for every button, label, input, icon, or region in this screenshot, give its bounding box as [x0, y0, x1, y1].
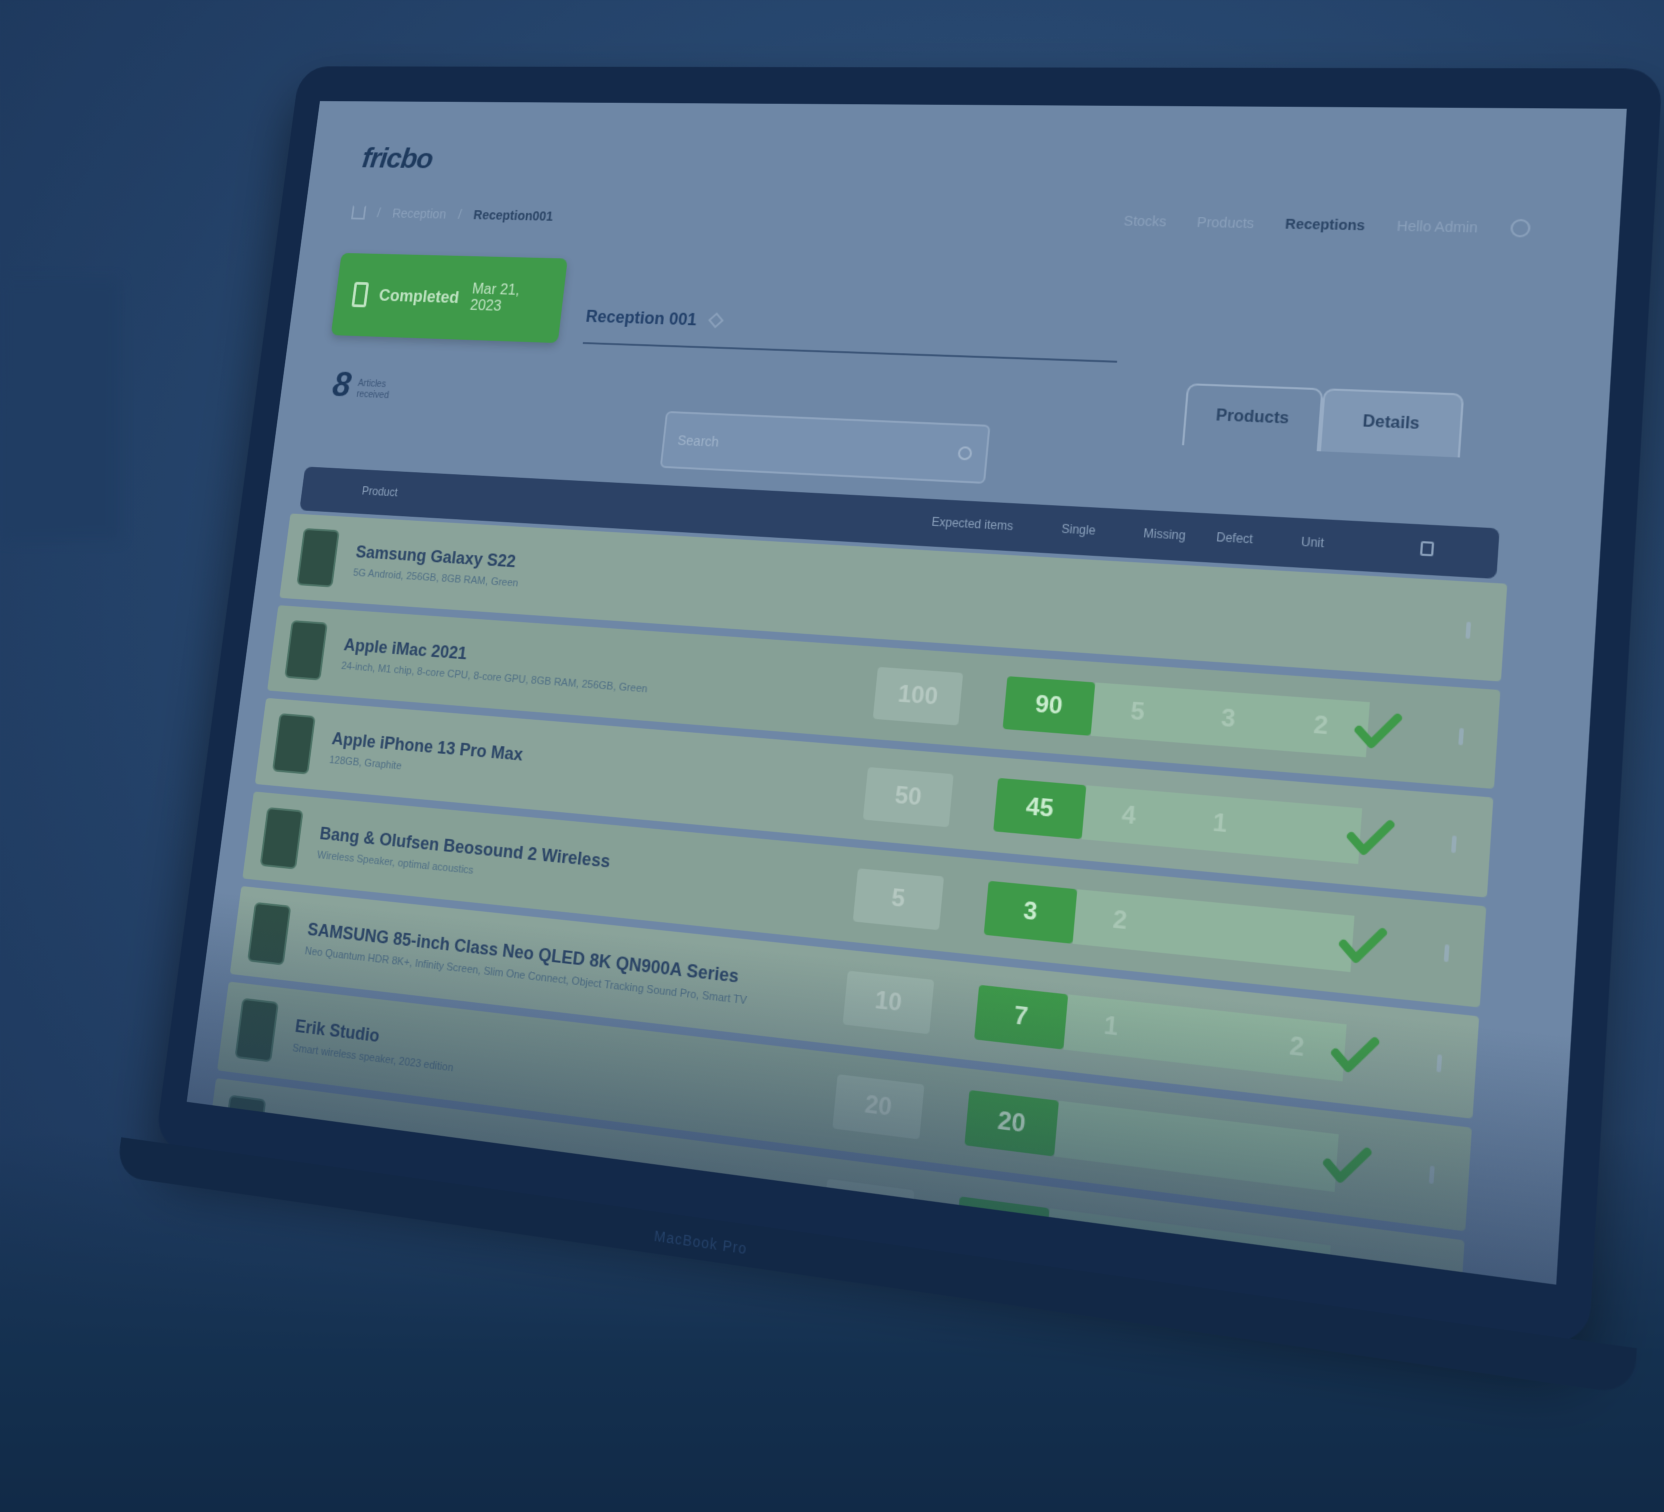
status-card: Completed Mar 21, 2023	[330, 252, 568, 344]
column-header-expected[interactable]: Expected items	[931, 515, 1014, 533]
quantity-cell[interactable]: 1	[1171, 792, 1269, 856]
column-header-missing[interactable]: Missing	[1143, 526, 1186, 542]
breadcrumb-current: Reception001	[472, 207, 554, 224]
notification-icon[interactable]	[1509, 218, 1531, 238]
nav-item-receptions[interactable]: Receptions	[1285, 216, 1366, 233]
nav-item-products[interactable]: Products	[1196, 214, 1254, 231]
laptop: MacBook Pro fricbo / Reception / Recepti…	[45, 66, 1663, 1417]
column-header-single[interactable]: Single	[1061, 522, 1096, 538]
product-info: Bang & Olufsen Beosound 2 Wireless Wirele…	[316, 823, 800, 909]
quantity-cell[interactable]: 3	[1180, 688, 1277, 750]
product-info: Apple iMac 2021 24-inch, M1 chip, 8-core …	[341, 635, 821, 708]
articles-caption-1: Articles	[357, 378, 387, 390]
product-thumbnail	[296, 528, 340, 588]
user-menu[interactable]: Hello Admin	[1396, 218, 1478, 236]
expected-quantity: 100	[872, 666, 964, 726]
quantity-group: 90 5 3 2	[1002, 676, 1370, 758]
row-menu-icon[interactable]	[1465, 621, 1472, 639]
checkmark-icon	[1343, 810, 1397, 864]
checkmark-icon	[1351, 704, 1405, 757]
search-placeholder: Search	[676, 432, 720, 450]
background-blur	[0, 280, 120, 540]
checkmark-icon	[1335, 918, 1390, 973]
app-logo[interactable]: fricbo	[360, 142, 434, 176]
product-thumbnail	[272, 713, 316, 775]
received-quantity-input[interactable]: 3	[983, 880, 1078, 944]
reception-title-text: Reception 001	[584, 306, 698, 330]
search-input[interactable]: Search	[659, 410, 991, 484]
tab-details[interactable]: Details	[1318, 388, 1465, 458]
quantity-cell[interactable]	[1163, 897, 1261, 963]
column-header-unit[interactable]: Unit	[1301, 535, 1325, 551]
search-icon[interactable]	[957, 446, 973, 461]
expected-quantity: 5	[852, 868, 945, 931]
column-header-defect[interactable]: Defect	[1216, 530, 1254, 546]
quantity-group: 32	[983, 880, 1355, 973]
quantity-cell[interactable]: 4	[1081, 785, 1177, 848]
product-thumbnail	[259, 807, 304, 870]
nav-item-stocks[interactable]: Stocks	[1123, 213, 1167, 229]
quantity-cell[interactable]: 5	[1090, 682, 1185, 743]
quantity-cell[interactable]: 2	[1072, 889, 1168, 954]
product-info: Samsung Galaxy S22 5G Android, 256GB, 8GB…	[353, 542, 831, 609]
status-label: Completed	[378, 285, 461, 307]
row-menu-icon[interactable]	[1443, 944, 1450, 963]
laptop-screen: fricbo / Reception / Reception001 Stocks…	[186, 101, 1627, 1285]
expected-quantity: 50	[862, 767, 954, 828]
breadcrumb-parent[interactable]: Reception	[391, 206, 447, 221]
product-thumbnail	[284, 620, 328, 681]
tab-products[interactable]: Products	[1181, 383, 1324, 452]
received-quantity-input[interactable]: 90	[1002, 676, 1096, 736]
edit-icon[interactable]	[708, 312, 724, 329]
trash-icon[interactable]	[1419, 541, 1435, 557]
tabs: Products Details	[1181, 383, 1465, 458]
received-quantity-input[interactable]: 45	[993, 777, 1087, 840]
reception-title: Reception 001	[584, 306, 724, 331]
articles-caption-2: received	[355, 389, 390, 401]
quantity-group: 45 4 1	[993, 777, 1363, 865]
clipboard-icon	[351, 281, 369, 308]
row-menu-icon[interactable]	[1451, 835, 1457, 854]
top-navigation: Stocks Products Receptions Hello Admin	[1123, 212, 1531, 238]
home-icon[interactable]	[351, 205, 367, 220]
product-info: Apple iPhone 13 Pro Max 128GB, Graphite	[329, 729, 811, 808]
column-header-product[interactable]: Product	[361, 484, 398, 499]
row-menu-icon[interactable]	[1458, 727, 1464, 746]
status-date: Mar 21, 2023	[469, 281, 521, 315]
articles-count: 8	[330, 365, 354, 405]
articles-summary: 8 Articles received	[330, 366, 392, 407]
breadcrumb: / Reception / Reception001	[351, 205, 554, 223]
title-underline	[582, 342, 1118, 363]
